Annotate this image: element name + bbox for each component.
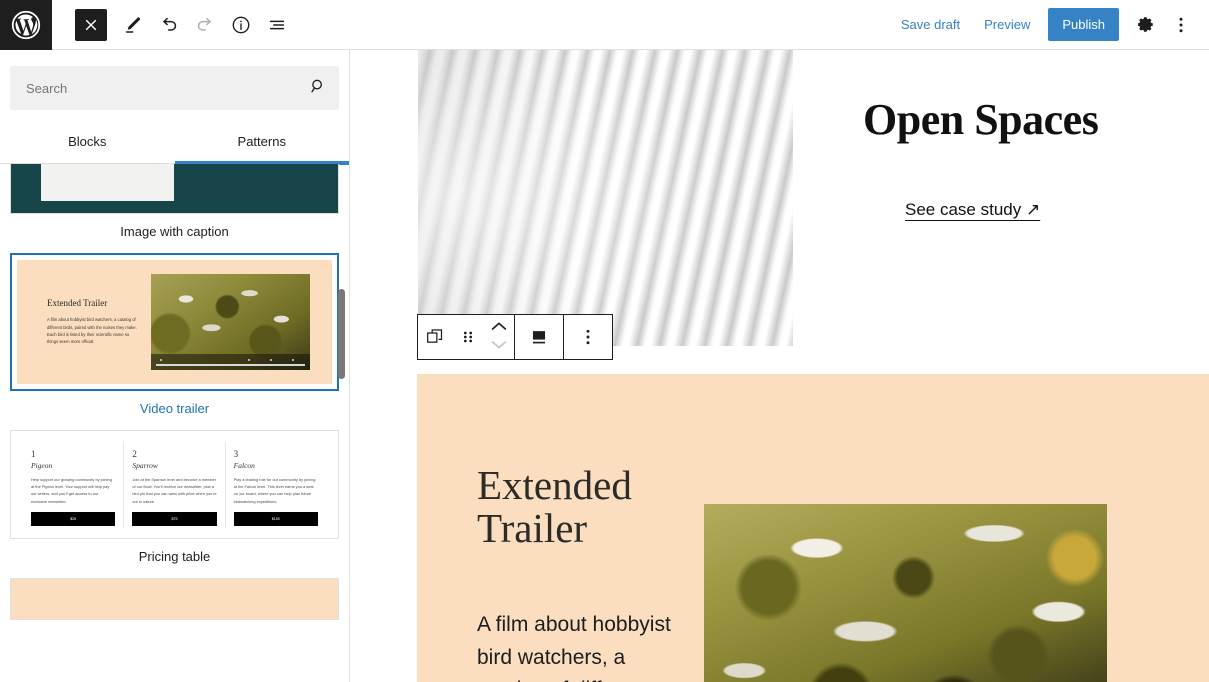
pricing-column: 1 Pigeon Help support our growing commun… — [23, 441, 123, 528]
pattern-scrollbar-thumb[interactable] — [338, 289, 345, 379]
preview-text-column: Extended Trailer A film about hobbyist b… — [47, 298, 141, 345]
details-button[interactable] — [223, 7, 259, 43]
close-inserter-button[interactable] — [75, 8, 107, 41]
pricing-description: Help support our growing community by jo… — [31, 477, 112, 504]
pattern-list: Hummingbird A beautiful bird featuring a… — [0, 164, 349, 682]
pricing-tier-name: Pigeon — [31, 461, 53, 470]
drag-dots-icon[interactable] — [451, 315, 484, 359]
pricing-description: Join at the Sparrow level and become a m… — [132, 477, 217, 504]
block-toolbar-align-group — [515, 315, 563, 359]
preview-heading: Extended Trailer — [47, 298, 108, 309]
video-control-dots — [157, 359, 304, 362]
chevron-down-icon[interactable] — [490, 337, 508, 355]
editor-body: Blocks Patterns Hummingbird A beautiful … — [0, 50, 1209, 682]
pricing-description: Play a leading role for our community by… — [233, 477, 316, 504]
block-inserter-panel: Blocks Patterns Hummingbird A beautiful … — [0, 50, 350, 682]
preview-body: A film about hobbyist bird watchers, a c… — [47, 317, 137, 345]
pattern-item-video-trailer[interactable]: Extended Trailer A film about hobbyist b… — [10, 253, 339, 420]
extended-trailer-block[interactable]: Extended Trailer A film about hobbyist b… — [417, 374, 1209, 682]
pricing-column: 2 Sparrow Join at the Sparrow level and … — [123, 441, 224, 528]
block-more-options-icon[interactable] — [564, 315, 612, 359]
publish-button[interactable]: Publish — [1048, 8, 1119, 41]
canvas-content: Open Spaces See case study ↗ Extended Tr… — [350, 50, 1209, 682]
pattern-preview-image-with-caption[interactable]: Hummingbird A beautiful bird featuring a… — [10, 164, 339, 214]
save-draft-button[interactable]: Save draft — [889, 8, 972, 41]
pricing-tier-name: Falcon — [233, 461, 255, 470]
wordpress-editor-app: Save draft Preview Publish Search Blocks… — [0, 0, 1209, 682]
align-block-icon[interactable] — [515, 315, 563, 359]
edit-tool-button[interactable] — [115, 7, 151, 43]
video-controls-bar — [150, 354, 310, 370]
pattern-preview-video-trailer[interactable]: Extended Trailer A film about hobbyist b… — [10, 253, 339, 391]
header-more-options-icon[interactable] — [1163, 7, 1199, 43]
video-progress-bar — [155, 364, 305, 366]
preview-button[interactable]: Preview — [972, 8, 1042, 41]
search-field[interactable] — [10, 66, 339, 110]
settings-gear-icon[interactable] — [1127, 7, 1163, 43]
wordpress-logo-icon[interactable] — [0, 0, 52, 50]
block-toolbar-options-group — [564, 315, 612, 359]
block-toolbar — [417, 314, 613, 360]
undo-button[interactable] — [151, 7, 187, 43]
header-actions-group: Save draft Preview Publish — [889, 7, 1209, 43]
pattern-preview-pricing-table[interactable]: 1 Pigeon Help support our growing commun… — [10, 430, 339, 539]
redo-button[interactable] — [187, 7, 223, 43]
block-movers — [484, 319, 514, 355]
pattern-preview-canvas: Hummingbird A beautiful bird featuring a… — [11, 164, 338, 213]
pricing-price-button: $75 — [132, 512, 217, 526]
pricing-tier-name: Sparrow — [132, 461, 158, 470]
search-input[interactable] — [26, 80, 309, 96]
editor-canvas[interactable]: Open Spaces See case study ↗ Extended Tr… — [350, 50, 1209, 682]
search-magnifier-icon — [309, 77, 327, 100]
tab-blocks[interactable]: Blocks — [0, 118, 175, 164]
trailer-video-player[interactable]: 0:00 / 0:01 — [704, 504, 1107, 682]
pattern-scrollbar[interactable] — [337, 164, 346, 682]
pattern-item-pricing-table[interactable]: 1 Pigeon Help support our growing commun… — [10, 430, 339, 568]
pricing-number: 3 — [233, 449, 239, 459]
chevron-up-icon[interactable] — [490, 319, 508, 337]
pattern-label-image-with-caption[interactable]: Image with caption — [10, 214, 339, 243]
pricing-number: 2 — [132, 449, 137, 459]
search-container — [0, 50, 349, 110]
header-tools-group — [52, 7, 295, 43]
placeholder-image — [41, 164, 174, 201]
see-case-study-link[interactable]: See case study ↗ — [905, 200, 1040, 220]
editor-header: Save draft Preview Publish — [0, 0, 1209, 50]
cover-block-icon[interactable] — [418, 315, 451, 359]
video-poster-artwork — [704, 504, 1107, 682]
pattern-preview-canvas: Extended Trailer A film about hobbyist b… — [17, 260, 332, 384]
pricing-price-button: $150 — [233, 512, 318, 526]
pattern-item-image-with-caption[interactable]: Hummingbird A beautiful bird featuring a… — [10, 164, 339, 243]
pattern-preview-canvas: 1 Pigeon Help support our growing commun… — [11, 431, 338, 538]
pricing-price-button: $25 — [31, 512, 116, 526]
pricing-number: 1 — [31, 449, 36, 459]
trailer-paragraph[interactable]: A film about hobbyist bird watchers, a c… — [477, 609, 692, 682]
trailer-heading[interactable]: Extended Trailer — [477, 463, 727, 551]
pattern-item-next[interactable] — [10, 578, 339, 620]
tab-patterns[interactable]: Patterns — [174, 118, 350, 165]
pattern-label-pricing-table[interactable]: Pricing table — [10, 539, 339, 568]
pattern-preview-next[interactable] — [10, 578, 339, 620]
inserter-tabs: Blocks Patterns — [0, 118, 350, 165]
pattern-preview-canvas — [11, 579, 338, 619]
page-title[interactable]: Open Spaces — [863, 94, 1099, 145]
pattern-label-video-trailer[interactable]: Video trailer — [10, 391, 339, 420]
block-toolbar-primary-group — [418, 315, 514, 359]
list-view-button[interactable] — [259, 7, 295, 43]
preview-video-thumbnail — [150, 274, 310, 370]
pricing-column: 3 Falcon Play a leading role for our com… — [224, 441, 326, 528]
pattern-scroll-content: Hummingbird A beautiful bird featuring a… — [10, 164, 339, 620]
cover-block-image[interactable] — [418, 50, 793, 346]
